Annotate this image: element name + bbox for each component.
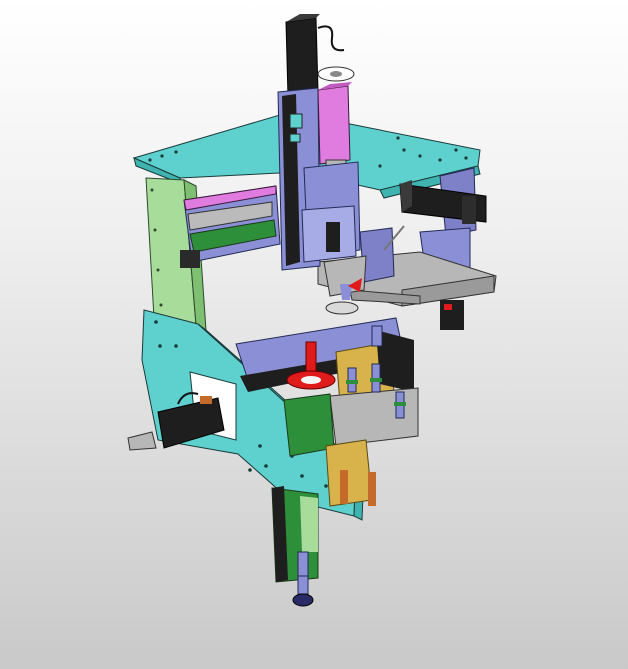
horizontal-linear-module	[180, 185, 281, 268]
magenta-cylinder	[317, 82, 352, 173]
bottom-lift-module	[271, 486, 319, 583]
cad-viewport[interactable]	[0, 0, 628, 669]
machine-assembly-drawing	[127, 14, 497, 607]
